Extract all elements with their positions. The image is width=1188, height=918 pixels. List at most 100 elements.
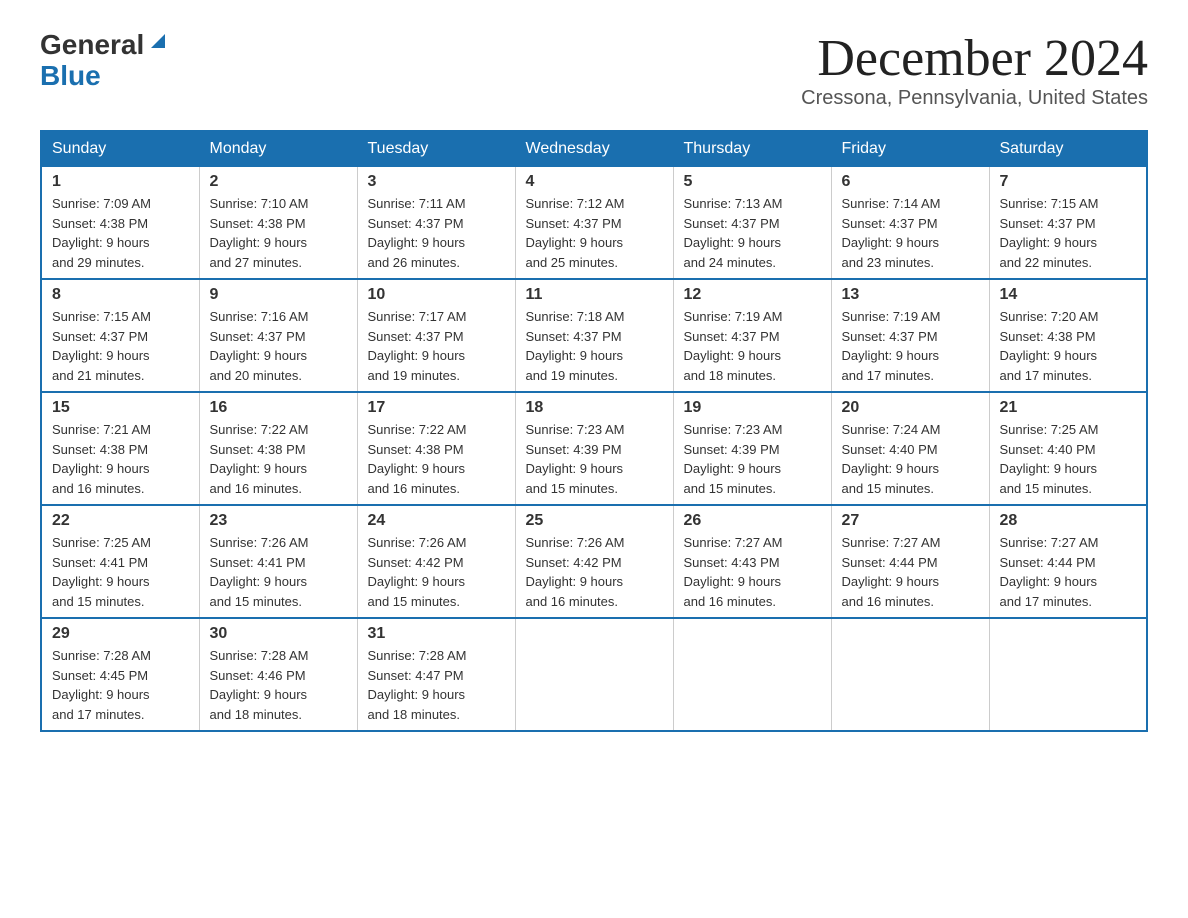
- day-number: 1: [52, 173, 189, 191]
- day-of-week-header: Wednesday: [515, 131, 673, 167]
- calendar-day-cell: 22 Sunrise: 7:25 AMSunset: 4:41 PMDayligh…: [41, 505, 199, 618]
- calendar-day-cell: 2 Sunrise: 7:10 AMSunset: 4:38 PMDaylight…: [199, 167, 357, 280]
- calendar-week-row: 8 Sunrise: 7:15 AMSunset: 4:37 PMDaylight…: [41, 279, 1147, 392]
- location-subtitle: Cressona, Pennsylvania, United States: [801, 87, 1148, 110]
- day-info: Sunrise: 7:10 AMSunset: 4:38 PMDaylight:…: [210, 194, 347, 272]
- day-number: 19: [684, 399, 821, 417]
- calendar-day-cell: 27 Sunrise: 7:27 AMSunset: 4:44 PMDayligh…: [831, 505, 989, 618]
- calendar-day-cell: 11Sunrise: 7:18 AMSunset: 4:37 PMDayligh…: [515, 279, 673, 392]
- calendar-day-cell: 29 Sunrise: 7:28 AMSunset: 4:45 PMDayligh…: [41, 618, 199, 731]
- calendar-day-cell: 25 Sunrise: 7:26 AMSunset: 4:42 PMDayligh…: [515, 505, 673, 618]
- day-number: 29: [52, 625, 189, 643]
- calendar-day-cell: 7 Sunrise: 7:15 AMSunset: 4:37 PMDaylight…: [989, 167, 1147, 280]
- day-number: 10: [368, 286, 505, 304]
- month-title: December 2024: [801, 30, 1148, 87]
- day-of-week-header: Friday: [831, 131, 989, 167]
- calendar-day-cell: 20 Sunrise: 7:24 AMSunset: 4:40 PMDayligh…: [831, 392, 989, 505]
- calendar-day-cell: [831, 618, 989, 731]
- day-info: Sunrise: 7:22 AMSunset: 4:38 PMDaylight:…: [368, 420, 505, 498]
- day-number: 30: [210, 625, 347, 643]
- day-number: 4: [526, 173, 663, 191]
- day-info: Sunrise: 7:23 AMSunset: 4:39 PMDaylight:…: [684, 420, 821, 498]
- day-number: 8: [52, 286, 189, 304]
- logo: General Blue: [40, 30, 169, 92]
- day-of-week-header: Tuesday: [357, 131, 515, 167]
- logo-blue-text: Blue: [40, 60, 101, 91]
- day-number: 14: [1000, 286, 1137, 304]
- day-info: Sunrise: 7:28 AMSunset: 4:47 PMDaylight:…: [368, 646, 505, 724]
- day-info: Sunrise: 7:21 AMSunset: 4:38 PMDaylight:…: [52, 420, 189, 498]
- day-number: 6: [842, 173, 979, 191]
- calendar-day-cell: 30 Sunrise: 7:28 AMSunset: 4:46 PMDayligh…: [199, 618, 357, 731]
- day-number: 26: [684, 512, 821, 530]
- calendar-week-row: 29 Sunrise: 7:28 AMSunset: 4:45 PMDayligh…: [41, 618, 1147, 731]
- calendar-day-cell: 9 Sunrise: 7:16 AMSunset: 4:37 PMDaylight…: [199, 279, 357, 392]
- day-info: Sunrise: 7:18 AMSunset: 4:37 PMDaylight:…: [526, 307, 663, 385]
- calendar-week-row: 15 Sunrise: 7:21 AMSunset: 4:38 PMDayligh…: [41, 392, 1147, 505]
- day-number: 25: [526, 512, 663, 530]
- day-info: Sunrise: 7:20 AMSunset: 4:38 PMDaylight:…: [1000, 307, 1137, 385]
- day-info: Sunrise: 7:22 AMSunset: 4:38 PMDaylight:…: [210, 420, 347, 498]
- day-number: 15: [52, 399, 189, 417]
- day-number: 7: [1000, 173, 1137, 191]
- day-info: Sunrise: 7:17 AMSunset: 4:37 PMDaylight:…: [368, 307, 505, 385]
- day-info: Sunrise: 7:26 AMSunset: 4:41 PMDaylight:…: [210, 533, 347, 611]
- calendar-day-cell: 24Sunrise: 7:26 AMSunset: 4:42 PMDayligh…: [357, 505, 515, 618]
- day-info: Sunrise: 7:11 AMSunset: 4:37 PMDaylight:…: [368, 194, 505, 272]
- day-number: 18: [526, 399, 663, 417]
- day-number: 5: [684, 173, 821, 191]
- calendar-day-cell: 5 Sunrise: 7:13 AMSunset: 4:37 PMDaylight…: [673, 167, 831, 280]
- day-number: 12: [684, 286, 821, 304]
- calendar-day-cell: 1Sunrise: 7:09 AMSunset: 4:38 PMDaylight…: [41, 167, 199, 280]
- day-info: Sunrise: 7:25 AMSunset: 4:41 PMDaylight:…: [52, 533, 189, 611]
- day-number: 22: [52, 512, 189, 530]
- calendar-day-cell: 13Sunrise: 7:19 AMSunset: 4:37 PMDayligh…: [831, 279, 989, 392]
- day-info: Sunrise: 7:26 AMSunset: 4:42 PMDaylight:…: [526, 533, 663, 611]
- page-header: General Blue December 2024 Cressona, Pen…: [40, 30, 1148, 110]
- day-info: Sunrise: 7:27 AMSunset: 4:43 PMDaylight:…: [684, 533, 821, 611]
- title-area: December 2024 Cressona, Pennsylvania, Un…: [801, 30, 1148, 110]
- day-number: 20: [842, 399, 979, 417]
- day-info: Sunrise: 7:15 AMSunset: 4:37 PMDaylight:…: [52, 307, 189, 385]
- day-info: Sunrise: 7:16 AMSunset: 4:37 PMDaylight:…: [210, 307, 347, 385]
- day-info: Sunrise: 7:13 AMSunset: 4:37 PMDaylight:…: [684, 194, 821, 272]
- day-info: Sunrise: 7:26 AMSunset: 4:42 PMDaylight:…: [368, 533, 505, 611]
- calendar-day-cell: [989, 618, 1147, 731]
- day-number: 28: [1000, 512, 1137, 530]
- day-info: Sunrise: 7:27 AMSunset: 4:44 PMDaylight:…: [842, 533, 979, 611]
- calendar-day-cell: 19 Sunrise: 7:23 AMSunset: 4:39 PMDayligh…: [673, 392, 831, 505]
- day-info: Sunrise: 7:14 AMSunset: 4:37 PMDaylight:…: [842, 194, 979, 272]
- day-number: 23: [210, 512, 347, 530]
- day-info: Sunrise: 7:15 AMSunset: 4:37 PMDaylight:…: [1000, 194, 1137, 272]
- day-of-week-header: Thursday: [673, 131, 831, 167]
- calendar-day-cell: 14 Sunrise: 7:20 AMSunset: 4:38 PMDayligh…: [989, 279, 1147, 392]
- day-info: Sunrise: 7:27 AMSunset: 4:44 PMDaylight:…: [1000, 533, 1137, 611]
- calendar-week-row: 22 Sunrise: 7:25 AMSunset: 4:41 PMDayligh…: [41, 505, 1147, 618]
- calendar-day-cell: 4 Sunrise: 7:12 AMSunset: 4:37 PMDaylight…: [515, 167, 673, 280]
- day-number: 2: [210, 173, 347, 191]
- day-number: 27: [842, 512, 979, 530]
- calendar-day-cell: 17 Sunrise: 7:22 AMSunset: 4:38 PMDayligh…: [357, 392, 515, 505]
- day-info: Sunrise: 7:25 AMSunset: 4:40 PMDaylight:…: [1000, 420, 1137, 498]
- day-info: Sunrise: 7:12 AMSunset: 4:37 PMDaylight:…: [526, 194, 663, 272]
- calendar-day-cell: 18 Sunrise: 7:23 AMSunset: 4:39 PMDayligh…: [515, 392, 673, 505]
- day-info: Sunrise: 7:28 AMSunset: 4:45 PMDaylight:…: [52, 646, 189, 724]
- day-info: Sunrise: 7:23 AMSunset: 4:39 PMDaylight:…: [526, 420, 663, 498]
- day-number: 17: [368, 399, 505, 417]
- logo-triangle-icon: [147, 30, 169, 52]
- calendar-day-cell: 6 Sunrise: 7:14 AMSunset: 4:37 PMDaylight…: [831, 167, 989, 280]
- calendar-day-cell: 3 Sunrise: 7:11 AMSunset: 4:37 PMDaylight…: [357, 167, 515, 280]
- calendar-day-cell: [515, 618, 673, 731]
- day-number: 9: [210, 286, 347, 304]
- day-of-week-header: Sunday: [41, 131, 199, 167]
- day-info: Sunrise: 7:24 AMSunset: 4:40 PMDaylight:…: [842, 420, 979, 498]
- logo-general-text: General: [40, 30, 144, 61]
- day-number: 3: [368, 173, 505, 191]
- day-of-week-header: Monday: [199, 131, 357, 167]
- day-info: Sunrise: 7:19 AMSunset: 4:37 PMDaylight:…: [842, 307, 979, 385]
- day-info: Sunrise: 7:28 AMSunset: 4:46 PMDaylight:…: [210, 646, 347, 724]
- calendar-day-cell: 12Sunrise: 7:19 AMSunset: 4:37 PMDayligh…: [673, 279, 831, 392]
- calendar-day-cell: 28 Sunrise: 7:27 AMSunset: 4:44 PMDayligh…: [989, 505, 1147, 618]
- day-number: 31: [368, 625, 505, 643]
- day-of-week-header: Saturday: [989, 131, 1147, 167]
